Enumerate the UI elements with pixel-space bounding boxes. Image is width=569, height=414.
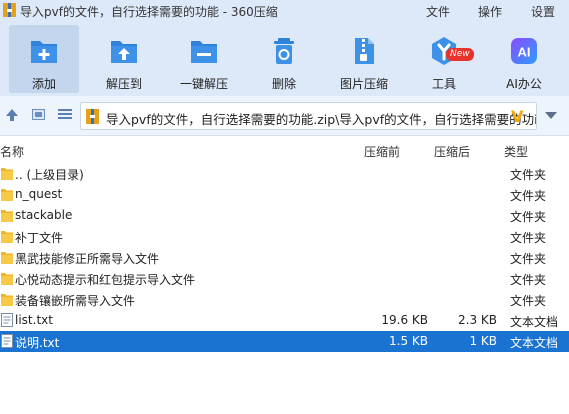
row-type: 文本文档 — [510, 315, 559, 329]
archive-file-icon — [86, 109, 99, 124]
image-compress-label: 图片压缩 — [339, 77, 388, 91]
image-compress-icon — [355, 38, 374, 64]
add-button[interactable]: 添加 — [9, 25, 79, 93]
row-type: 文件夹 — [510, 273, 547, 287]
address-bar[interactable]: 导入pvf的文件，自行选择需要的功能.zip\导入pvf的文件，自行选择需要的功… — [80, 102, 537, 130]
folder-icon — [1, 252, 13, 264]
folder-icon — [1, 210, 13, 222]
table-row[interactable]: 心悦动态提示和红包提示导入文件 文件夹 — [0, 268, 569, 289]
row-type: 文本文档 — [510, 336, 559, 350]
row-type: 文件夹 — [510, 210, 547, 224]
text-file-icon — [1, 334, 13, 348]
ai-office-icon: AI — [511, 38, 537, 64]
thumbnail-view-icon[interactable] — [32, 109, 45, 120]
column-compressed-header[interactable]: 压缩后 — [434, 143, 470, 160]
extract-to-label: 解压到 — [105, 77, 142, 91]
row-type: 文件夹 — [510, 189, 547, 203]
add-label: 添加 — [31, 77, 56, 91]
row-compressed-size: 2.3 KB — [458, 313, 497, 327]
table-row[interactable]: n_quest 文件夹 — [0, 184, 569, 205]
extract-to-button[interactable]: 解压到 — [89, 25, 159, 93]
folder-icon — [1, 231, 13, 243]
folder-icon — [1, 273, 13, 285]
ai-office-button[interactable]: AI AI办公 — [489, 25, 559, 93]
menu-settings[interactable]: 设置 — [531, 3, 555, 20]
image-compress-button[interactable]: 图片压缩 — [329, 25, 399, 93]
row-name: .. (上级目录) — [15, 168, 84, 182]
table-row[interactable]: .. (上级目录) 文件夹 — [0, 163, 569, 184]
row-name: stackable — [15, 208, 73, 222]
delete-button[interactable]: 删除 — [249, 25, 319, 93]
list-header: 名称 压缩前 压缩后 类型 — [0, 140, 569, 162]
table-row[interactable]: 说明.txt 1.5 KB 1 KB 文本文档 — [0, 331, 569, 352]
list-view-icon[interactable] — [58, 109, 72, 120]
vip-mark[interactable]: V — [511, 107, 523, 126]
row-type: 文件夹 — [510, 294, 547, 308]
add-icon — [31, 41, 57, 63]
row-type: 文件夹 — [510, 168, 547, 182]
table-row[interactable]: list.txt 19.6 KB 2.3 KB 文本文档 — [0, 310, 569, 331]
table-row[interactable]: stackable 文件夹 — [0, 205, 569, 226]
row-type: 文件夹 — [510, 252, 547, 266]
up-arrow-icon[interactable] — [5, 108, 19, 122]
folder-icon — [1, 294, 13, 306]
svg-text:AI: AI — [518, 45, 531, 60]
menu-file[interactable]: 文件 — [426, 3, 450, 20]
folder-icon — [1, 189, 13, 201]
address-dropdown-icon[interactable] — [545, 112, 557, 119]
archive-app-icon — [3, 3, 16, 17]
ai-office-label: AI办公 — [506, 77, 542, 91]
delete-label: 删除 — [271, 77, 296, 91]
column-type-header[interactable]: 类型 — [504, 143, 528, 160]
folder-icon — [1, 168, 13, 180]
row-name: 心悦动态提示和红包提示导入文件 — [15, 273, 196, 287]
table-row[interactable]: 补丁文件 文件夹 — [0, 226, 569, 247]
address-path: 导入pvf的文件，自行选择需要的功能.zip\导入pvf的文件，自行选择需要的功… — [106, 112, 537, 127]
menu-operation[interactable]: 操作 — [478, 3, 502, 20]
delete-icon — [274, 38, 294, 64]
one-click-extract-label: 一键解压 — [179, 77, 228, 91]
row-name: 说明.txt — [15, 336, 60, 350]
row-name: 黑武技能修正所需导入文件 — [15, 252, 160, 266]
one-click-extract-button[interactable]: 一键解压 — [169, 25, 239, 93]
tools-label: 工具 — [431, 77, 456, 91]
title-bar: 导入pvf的文件，自行选择需要的功能 - 360压缩 文件 操作 设置 — [0, 0, 569, 22]
column-name-header[interactable]: 名称 — [0, 143, 24, 160]
column-size-header[interactable]: 压缩前 — [364, 143, 400, 160]
table-row[interactable]: 黑武技能修正所需导入文件 文件夹 — [0, 247, 569, 268]
text-file-icon — [1, 313, 13, 327]
row-name: 补丁文件 — [15, 231, 64, 245]
row-compressed-size: 1 KB — [469, 334, 497, 348]
toolbar: 添加 解压到 一键解压 删除 图片压缩 工具 New AI AI办公 — [0, 22, 569, 96]
extract-to-icon — [111, 41, 137, 63]
table-row[interactable]: 装备镶嵌所需导入文件 文件夹 — [0, 289, 569, 310]
new-badge: New — [446, 48, 474, 61]
row-name: n_quest — [15, 187, 63, 201]
address-row: 导入pvf的文件，自行选择需要的功能.zip\导入pvf的文件，自行选择需要的功… — [0, 96, 569, 136]
window-title: 导入pvf的文件，自行选择需要的功能 - 360压缩 — [20, 5, 278, 19]
one-click-extract-icon — [191, 41, 217, 63]
row-size: 19.6 KB — [381, 313, 428, 327]
row-name: list.txt — [15, 313, 53, 327]
row-type: 文件夹 — [510, 231, 547, 245]
row-name: 装备镶嵌所需导入文件 — [15, 294, 136, 308]
row-size: 1.5 KB — [389, 334, 428, 348]
